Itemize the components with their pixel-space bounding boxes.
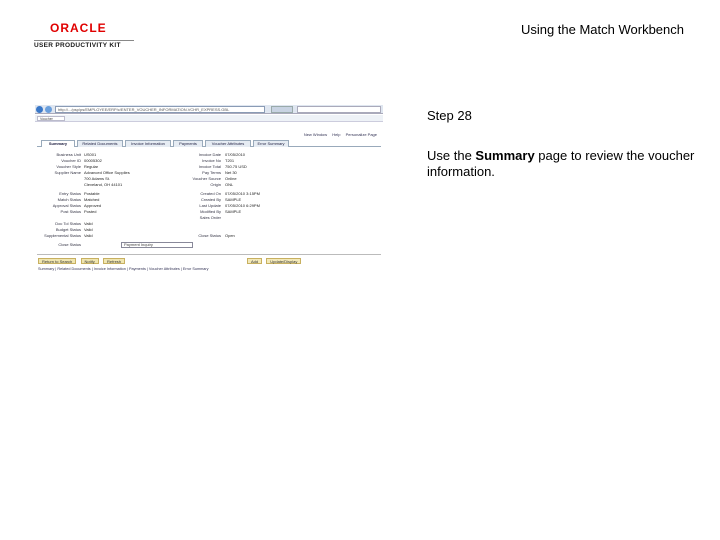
document-title: Using the Match Workbench — [520, 22, 684, 37]
embedded-screenshot: http://.../psp/ps/EMPLOYEE/ERP/c/ENTER_V… — [35, 105, 383, 275]
voucher-source-value: Online — [225, 176, 237, 181]
supplier-name-label: Supplier Name — [54, 170, 81, 175]
voucher-id-label: Voucher ID — [61, 158, 81, 163]
voucher-style-value: Regular — [84, 164, 99, 169]
budget-status-value: Valid — [84, 227, 93, 232]
footer-tab-links[interactable]: Summary | Related Documents | Invoice In… — [38, 267, 209, 271]
post-status-value: Posted — [84, 209, 97, 214]
invoice-no-value: T201 — [225, 158, 235, 163]
doc-tol-status-value: Valid — [84, 221, 93, 226]
tab-invoice-information[interactable]: Invoice Information — [125, 140, 171, 147]
created-on-label: Created On — [200, 191, 221, 196]
page-top-links: New Window Help Personalize Page — [300, 132, 377, 137]
step-desc-prefix: Use the — [427, 148, 476, 163]
voucher-tab-strip: Summary Related Documents Invoice Inform… — [37, 139, 381, 147]
entry-status-label: Entry Status — [59, 191, 81, 196]
action-button-row: Return to Search Notify Refresh — [38, 258, 128, 265]
origin-value: ONL — [225, 182, 234, 187]
match-status-label: Match Status — [57, 197, 81, 202]
entry-status-value: Postable — [84, 191, 100, 196]
origin-label: Origin — [210, 182, 221, 187]
tab-related-documents[interactable]: Related Documents — [77, 140, 123, 147]
personalize-page-link[interactable]: Personalize Page — [346, 132, 377, 137]
oracle-upk-logo: ORACLE USER PRODUCTIVITY KIT — [34, 22, 134, 49]
invoice-total-value: 750.75 USD — [225, 164, 247, 169]
new-window-link[interactable]: New Window — [304, 132, 327, 137]
supplier-address-line2: Cleveland, OH 44101 — [84, 182, 123, 187]
browser-tab-bar: Voucher — [35, 115, 383, 122]
step-desc-bold: Summary — [475, 148, 535, 163]
notify-button[interactable]: Notify — [80, 258, 99, 264]
supplemental-status-label: Supplemental Status — [44, 233, 81, 238]
update-display-button[interactable]: Update/Display — [266, 258, 302, 264]
business-unit-label: Business Unit — [56, 152, 81, 157]
tab-voucher-attributes[interactable]: Voucher Attributes — [205, 140, 251, 147]
browser-address-bar: http://.../psp/ps/EMPLOYEE/ERP/c/ENTER_V… — [35, 105, 383, 114]
return-to-search-button[interactable]: Return to Search — [38, 258, 77, 264]
modified-by-label: Modified By — [200, 209, 221, 214]
help-link[interactable]: Help — [332, 132, 340, 137]
approval-status-label: Approval Status — [52, 203, 81, 208]
url-field[interactable]: http://.../psp/ps/EMPLOYEE/ERP/c/ENTER_V… — [55, 106, 265, 113]
invoice-no-label: Invoice No — [202, 158, 221, 163]
voucher-style-label: Voucher Style — [56, 164, 81, 169]
mode-button-row: Add Update/Display — [247, 258, 304, 264]
action-select[interactable]: Payment Inquiry — [121, 242, 193, 248]
invoice-total-label: Invoice Total — [198, 164, 221, 169]
tab-error-summary[interactable]: Error Summary — [253, 140, 289, 147]
step-title: Step 28 — [427, 108, 472, 123]
close-status-value: Open — [225, 233, 235, 238]
refresh-button[interactable]: Refresh — [103, 258, 126, 264]
logo-oracle-text: ORACLE — [50, 21, 107, 35]
match-status-value[interactable]: Matched — [84, 197, 99, 202]
last-update-value: 07/05/2010 6:29PM — [225, 203, 260, 208]
sales-order-label: Sales Order — [199, 215, 221, 220]
voucher-id-value: 00005302 — [84, 158, 102, 163]
last-update-label: Last Update — [199, 203, 221, 208]
forward-arrow-icon[interactable] — [45, 106, 52, 113]
pay-terms-label: Pay Terms — [202, 170, 221, 175]
action-label: Close Status — [58, 242, 81, 247]
tab-payments[interactable]: Payments — [173, 140, 203, 147]
modified-by-value: SAMPLE — [225, 209, 242, 214]
created-by-label: Created By — [200, 197, 221, 202]
created-by-value: SAMPLE — [225, 197, 242, 202]
browser-search-input[interactable] — [297, 106, 381, 113]
step-description: Use the Summary page to review the vouch… — [427, 148, 697, 180]
invoice-date-label: Invoice Date — [198, 152, 221, 157]
supplier-name-value: Advanced Office Supplies — [84, 170, 130, 175]
back-arrow-icon[interactable] — [36, 106, 43, 113]
refresh-stop-buttons[interactable] — [271, 106, 293, 113]
pay-terms-value: Net 30 — [225, 170, 237, 175]
budget-status-label: Budget Status — [55, 227, 81, 232]
add-button[interactable]: Add — [247, 258, 263, 264]
voucher-source-label: Voucher Source — [192, 176, 221, 181]
approval-status-value: Approved — [84, 203, 102, 208]
tab-summary[interactable]: Summary — [41, 140, 75, 147]
business-unit-value: US001 — [84, 152, 97, 157]
invoice-date-value: 07/05/2010 — [225, 152, 246, 157]
post-status-label: Post Status — [60, 209, 81, 214]
logo-upk-text: USER PRODUCTIVITY KIT — [34, 40, 134, 49]
doc-tol-status-label: Doc Tol Status — [55, 221, 81, 226]
supplemental-status-value: Valid — [84, 233, 93, 238]
created-on-value: 07/05/2010 3:15PM — [225, 191, 260, 196]
close-status-label: Close Status — [198, 233, 221, 238]
browser-tab[interactable]: Voucher — [37, 116, 65, 121]
divider — [37, 254, 381, 255]
supplier-address-line1: 700 Adams St. — [84, 176, 111, 181]
